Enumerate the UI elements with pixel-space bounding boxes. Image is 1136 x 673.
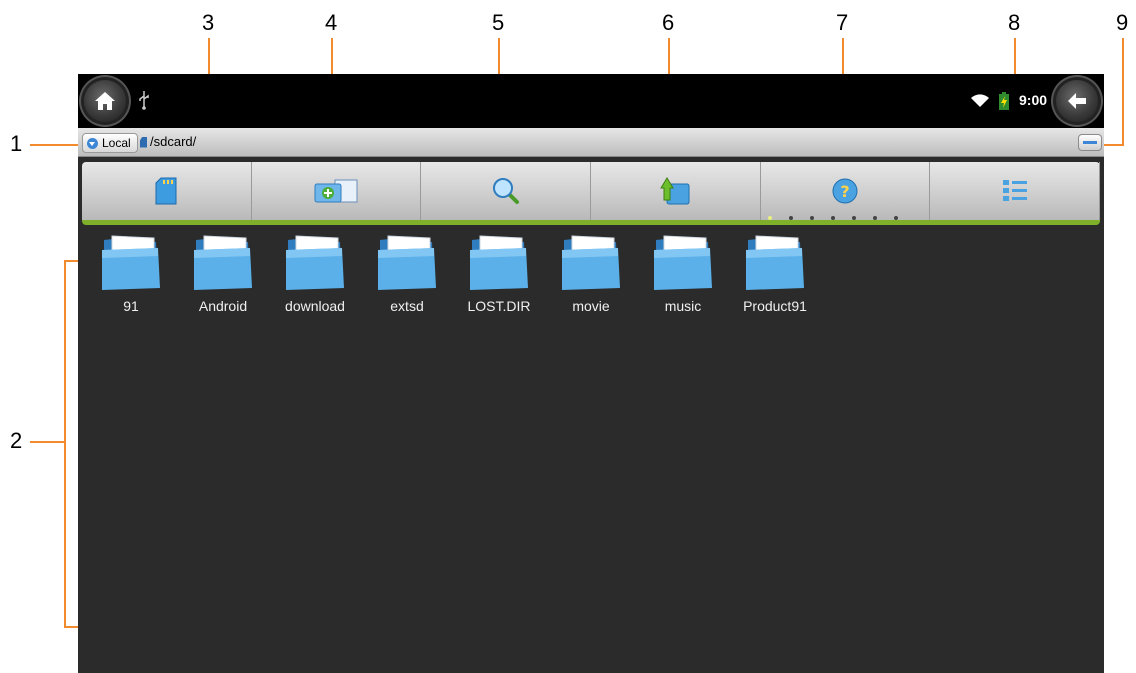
new-folder-icon <box>314 179 358 203</box>
callout-number-5: 5 <box>492 10 505 35</box>
callout-number-4: 4 <box>325 10 338 35</box>
folder-item[interactable]: music <box>638 234 728 324</box>
folder-item[interactable]: 91 <box>86 234 176 324</box>
callout-number-6: 6 <box>662 10 675 35</box>
back-icon <box>1068 93 1086 109</box>
callout-number-2: 2 <box>10 428 23 453</box>
folder-label: movie <box>572 298 610 314</box>
back-button[interactable] <box>1056 80 1098 122</box>
folder-label: download <box>285 298 345 314</box>
folder-label: music <box>664 298 702 314</box>
current-path-text: /sdcard/ <box>150 134 197 149</box>
toolbar: ? <box>82 162 1101 225</box>
folder-icon <box>378 235 436 290</box>
status-clock: 9:00 <box>1019 92 1048 108</box>
folder-item[interactable]: Android <box>178 234 268 324</box>
help-icon: ? <box>832 178 858 204</box>
callout-line-1 <box>30 144 84 146</box>
folder-item[interactable]: LOST.DIR <box>454 234 544 324</box>
new-folder-button[interactable] <box>252 162 422 220</box>
folder-item[interactable]: extsd <box>362 234 452 324</box>
device-screen: 9:00 Local /sdcard/ ? 91 Android downloa… <box>78 74 1104 673</box>
page-dot <box>768 216 772 220</box>
page-dot <box>789 216 793 220</box>
usb-icon <box>139 91 149 110</box>
wifi-icon <box>971 94 989 107</box>
path-bar: Local /sdcard/ <box>78 128 1104 157</box>
folder-icon <box>194 235 252 290</box>
current-path[interactable]: /sdcard/ <box>140 133 196 151</box>
folder-icon <box>746 235 804 290</box>
page-dot <box>852 216 856 220</box>
folder-label: extsd <box>390 298 424 314</box>
home-button[interactable] <box>84 80 126 122</box>
file-grid: 91 Android download extsd LOST.DIR movie music… <box>86 234 1096 334</box>
help-button[interactable]: ? <box>761 162 931 220</box>
callout-number-7: 7 <box>836 10 849 35</box>
page-dot <box>831 216 835 220</box>
callout-bracket-2 <box>64 260 66 628</box>
callout-number-3: 3 <box>202 10 215 35</box>
toolbar-page-indicator <box>768 216 898 220</box>
folder-label: 91 <box>123 298 139 314</box>
folder-label: Android <box>198 298 248 314</box>
up-directory-button[interactable] <box>591 162 761 220</box>
svg-text:?: ? <box>840 182 849 201</box>
folder-item[interactable]: download <box>270 234 360 324</box>
home-icon <box>95 92 115 110</box>
search-icon <box>492 178 519 204</box>
folder-icon <box>562 235 620 290</box>
page-dot <box>810 216 814 220</box>
search-button[interactable] <box>421 162 592 220</box>
callout-number-9: 9 <box>1116 10 1129 35</box>
callout-number-1: 1 <box>10 131 23 156</box>
page-dot <box>873 216 877 220</box>
callout-line-2-tick <box>30 441 64 443</box>
folder-item[interactable]: Product91 <box>730 234 820 324</box>
folder-item[interactable]: movie <box>546 234 636 324</box>
local-storage-button[interactable]: Local <box>82 133 138 153</box>
sd-card-icon <box>140 136 147 148</box>
callout-number-8: 8 <box>1008 10 1021 35</box>
battery-icon <box>999 92 1009 110</box>
folder-icon <box>654 235 712 290</box>
folder-icon <box>102 235 160 290</box>
folder-label: Product91 <box>743 298 807 314</box>
folder-label: LOST.DIR <box>467 298 531 314</box>
list-view-icon <box>1002 180 1027 201</box>
view-mode-button[interactable] <box>930 162 1101 220</box>
dropdown-arrow-icon <box>87 137 98 149</box>
folder-icon <box>286 235 344 290</box>
collapse-toolbar-button[interactable] <box>1078 134 1102 151</box>
status-bar: 9:00 <box>78 74 1104 128</box>
sd-card-icon <box>155 177 177 205</box>
folder-icon <box>470 235 528 290</box>
callout-line-9 <box>1122 38 1124 146</box>
local-storage-label: Local <box>102 136 131 150</box>
page-dot <box>894 216 898 220</box>
up-folder-icon <box>660 177 690 205</box>
storage-card-button[interactable] <box>82 162 252 220</box>
